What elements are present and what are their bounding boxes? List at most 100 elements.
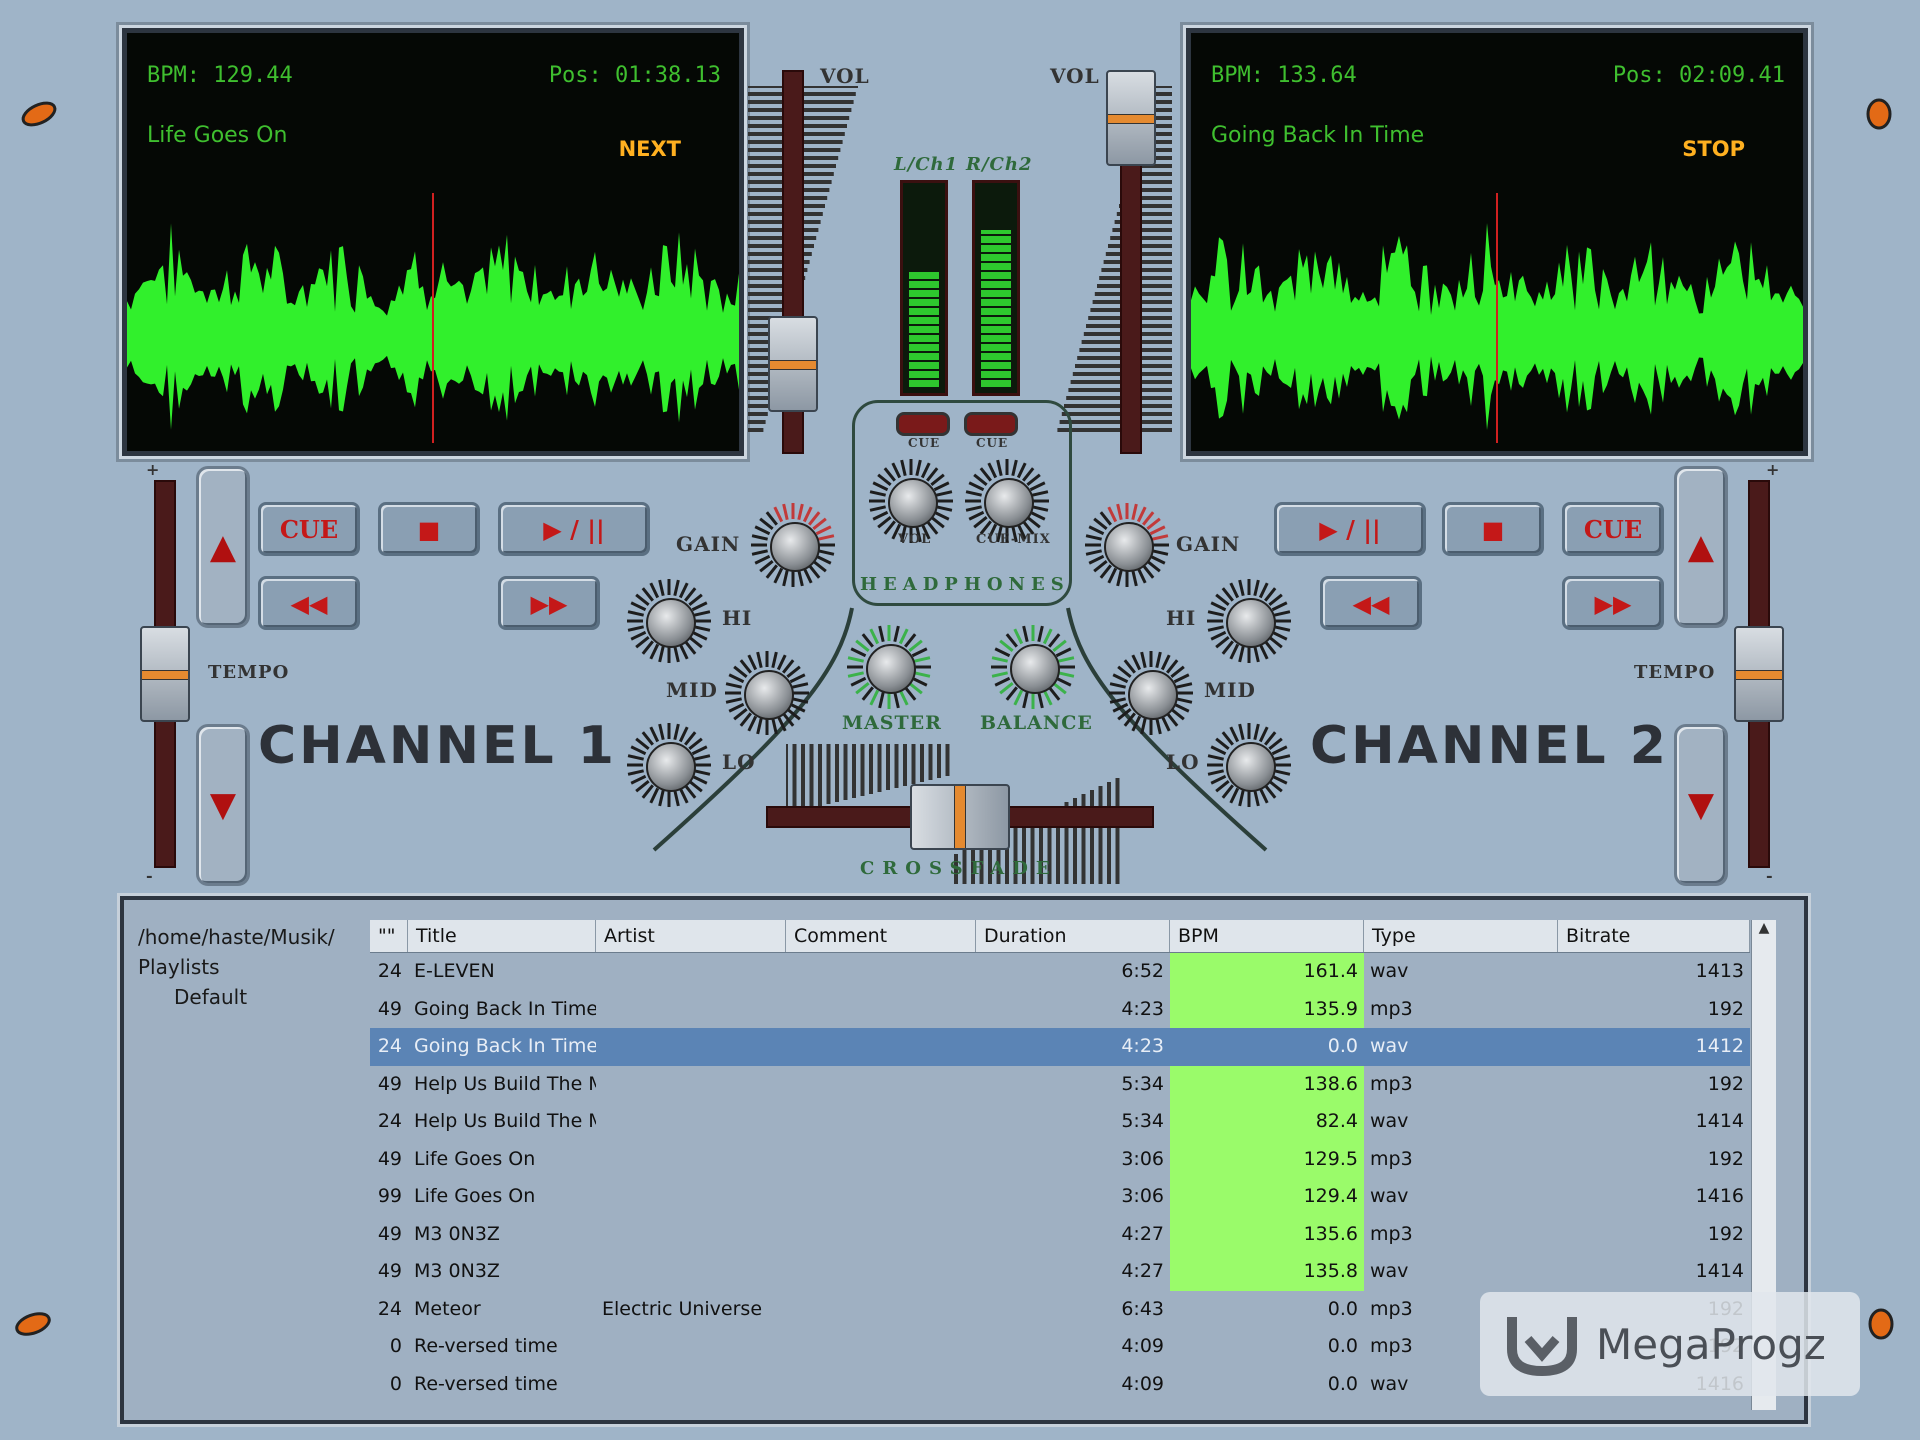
- cell-title: Going Back In Time: [414, 997, 596, 1020]
- cell-artist: [596, 1178, 786, 1216]
- table-row[interactable]: 49 Help Us Build The Mi 5:34 138.6 mp3 192: [370, 1065, 1750, 1103]
- cell-type: wav: [1370, 1110, 1409, 1132]
- column-header-title[interactable]: Title: [408, 920, 596, 952]
- hi-label-ch2: HI: [1166, 606, 1197, 630]
- cell-duration: 5:34: [1121, 1110, 1164, 1132]
- table-row[interactable]: 24 Going Back In Time 4:23 0.0 wav 1412: [370, 1028, 1750, 1066]
- play-pause-icon: ▶ / ||: [543, 514, 605, 544]
- play-pause-button-ch1[interactable]: ▶ / ||: [498, 502, 650, 556]
- tempo-fader-ch1[interactable]: [140, 626, 190, 722]
- crossfader-handle[interactable]: [910, 784, 1010, 850]
- hi-label-ch1: HI: [722, 606, 753, 630]
- hi-knob-ch1[interactable]: [624, 576, 714, 666]
- corner-ornament-icon: [15, 1312, 51, 1336]
- gain-label-ch2: GAIN: [1176, 532, 1241, 556]
- column-header-comment[interactable]: Comment: [786, 920, 976, 952]
- rewind-icon: ◀◀: [1352, 588, 1390, 618]
- table-row[interactable]: 49 Life Goes On 3:06 129.5 mp3 192: [370, 1140, 1750, 1178]
- column-header-bitrate[interactable]: Bitrate: [1558, 920, 1750, 952]
- column-header-number[interactable]: "": [370, 920, 408, 952]
- fast-forward-button-ch1[interactable]: ▶▶: [498, 576, 600, 630]
- lo-knob-ch1[interactable]: [624, 720, 714, 810]
- stop-button-ch1[interactable]: ■: [378, 502, 480, 556]
- play-pause-button-ch2[interactable]: ▶ / ||: [1274, 502, 1426, 556]
- cell-comment: [786, 1291, 976, 1329]
- pitch-up-button-ch2[interactable]: ▲: [1674, 466, 1728, 628]
- headphones-label: HEADPHONES: [860, 574, 1070, 595]
- cell-title: E-LEVEN: [414, 960, 495, 982]
- scroll-up-icon[interactable]: ▲: [1752, 920, 1776, 936]
- cell-n: 0: [389, 1335, 402, 1357]
- tree-item-default[interactable]: Default: [138, 982, 358, 1012]
- table-row[interactable]: 99 Life Goes On 3:06 129.4 wav 1416: [370, 1178, 1750, 1216]
- stop-button-ch2[interactable]: ■: [1442, 502, 1544, 556]
- fast-forward-button-ch2[interactable]: ▶▶: [1562, 576, 1664, 630]
- rewind-button-ch2[interactable]: ◀◀: [1320, 576, 1422, 630]
- table-row[interactable]: 24 Help Us Build The Mi 5:34 82.4 wav 1414: [370, 1103, 1750, 1141]
- mid-knob-ch1[interactable]: [722, 648, 812, 738]
- play-pause-icon: ▶ / ||: [1319, 514, 1381, 544]
- tempo-fader-ch2[interactable]: [1734, 626, 1784, 722]
- arrow-up-icon: ▲: [1687, 527, 1715, 567]
- hi-knob-ch2[interactable]: [1204, 576, 1294, 666]
- gain-knob-ch2[interactable]: [1082, 500, 1172, 590]
- column-header-duration[interactable]: Duration: [976, 920, 1170, 952]
- cue-button-ch2[interactable]: CUE: [1562, 502, 1664, 556]
- cue-button-ch1[interactable]: CUE: [258, 502, 360, 556]
- cell-artist: [596, 1103, 786, 1141]
- cue-left-label: CUE: [908, 436, 941, 450]
- cell-bitrate: 1414: [1695, 1110, 1744, 1132]
- cell-duration: 4:23: [1121, 1035, 1164, 1057]
- cell-n: 24: [377, 1110, 402, 1132]
- column-header-type[interactable]: Type: [1364, 920, 1558, 952]
- rewind-button-ch1[interactable]: ◀◀: [258, 576, 360, 630]
- deck1-track-title: Life Goes On: [147, 123, 288, 148]
- arrow-up-icon: ▲: [209, 527, 237, 567]
- pitch-down-button-ch1[interactable]: ▼: [196, 724, 250, 886]
- corner-ornament-icon: [1866, 98, 1892, 130]
- tree-item-playlists[interactable]: Playlists: [138, 952, 358, 982]
- deck1-waveform-display[interactable]: BPM: 129.44 Pos: 01:38.13 Life Goes On N…: [119, 25, 747, 459]
- cell-bpm: 0.0: [1327, 1335, 1358, 1357]
- mid-knob-ch2[interactable]: [1106, 648, 1196, 738]
- cell-artist: [596, 1328, 786, 1366]
- cell-title: Re-versed time: [414, 1372, 558, 1395]
- column-header-bpm[interactable]: BPM: [1170, 920, 1364, 952]
- cell-type: wav: [1370, 960, 1409, 982]
- cell-type: mp3: [1370, 1072, 1413, 1095]
- cell-artist: [596, 1028, 786, 1066]
- table-row[interactable]: 49 Going Back In Time 4:23 135.9 mp3 192: [370, 990, 1750, 1028]
- tree-item-root[interactable]: /home/haste/Musik/: [138, 922, 358, 952]
- vu-meter-right: [972, 180, 1020, 396]
- cell-bitrate: 192: [1707, 1222, 1744, 1245]
- vol-right-fader[interactable]: [1106, 70, 1156, 166]
- cue-left-toggle[interactable]: [896, 412, 950, 436]
- lo-knob-ch2[interactable]: [1204, 720, 1294, 810]
- cell-bitrate: 1416: [1695, 1185, 1744, 1207]
- cell-title: M3 0N3Z: [414, 1260, 500, 1282]
- gain-knob-ch1[interactable]: [748, 500, 838, 590]
- cell-n: 49: [377, 997, 402, 1020]
- cell-bpm: 138.6: [1170, 1065, 1364, 1103]
- directory-tree[interactable]: /home/haste/Musik/ Playlists Default: [138, 922, 358, 1012]
- cell-n: 49: [377, 1072, 402, 1095]
- vol-left-fader[interactable]: [768, 316, 818, 412]
- pitch-up-button-ch1[interactable]: ▲: [196, 466, 250, 628]
- pitch-down-button-ch2[interactable]: ▼: [1674, 724, 1728, 886]
- table-row[interactable]: 49 M3 0N3Z 4:27 135.8 wav 1414: [370, 1253, 1750, 1291]
- deck1-position: Pos: 01:38.13: [548, 63, 721, 88]
- table-row[interactable]: 49 M3 0N3Z 4:27 135.6 mp3 192: [370, 1215, 1750, 1253]
- cell-n: 0: [389, 1372, 402, 1395]
- deck2-waveform-display[interactable]: BPM: 133.64 Pos: 02:09.41 Going Back In …: [1183, 25, 1811, 459]
- cell-bpm: 135.6: [1170, 1215, 1364, 1253]
- tempo-plus-label-ch2: +: [1766, 460, 1781, 479]
- vol-left-label: VOL: [820, 64, 870, 88]
- table-row[interactable]: 24 E-LEVEN 6:52 161.4 wav 1413: [370, 953, 1750, 991]
- column-header-artist[interactable]: Artist: [596, 920, 786, 952]
- cue-right-toggle[interactable]: [964, 412, 1018, 436]
- cell-bitrate: 192: [1707, 1147, 1744, 1170]
- stop-icon: ■: [1481, 514, 1505, 544]
- cell-n: 24: [377, 1035, 402, 1057]
- mid-label-ch1: MID: [666, 678, 718, 702]
- cell-bitrate: 192: [1707, 1072, 1744, 1095]
